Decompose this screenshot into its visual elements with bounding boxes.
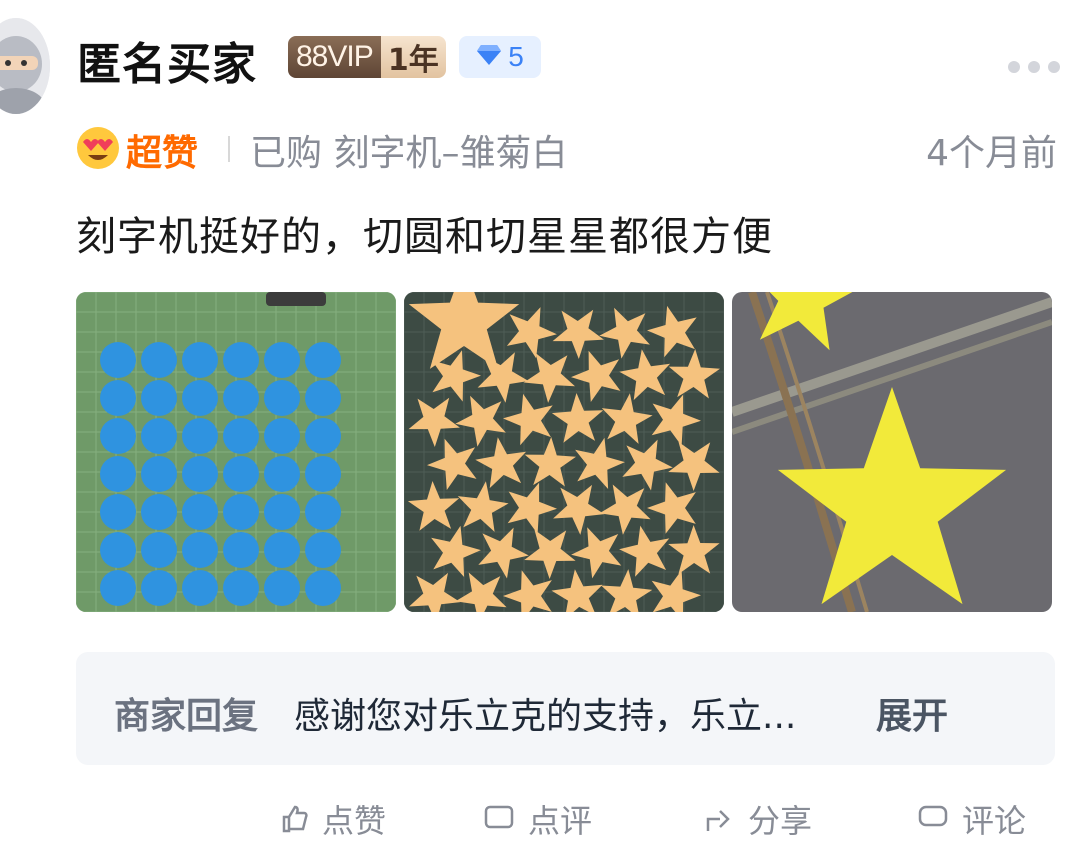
review-time: 4个月前 xyxy=(926,133,1057,174)
blue-circle xyxy=(141,342,177,378)
blue-circle xyxy=(223,456,259,492)
blue-circle xyxy=(100,570,136,606)
blue-circle xyxy=(141,380,177,416)
rating-label: 超赞 xyxy=(126,133,199,174)
blue-circle xyxy=(305,456,341,492)
comment-label: 点评 xyxy=(528,802,593,840)
blue-circle xyxy=(264,532,300,568)
merchant-reply[interactable]: 商家回复 感谢您对乐立克的支持，乐立... 展开 xyxy=(76,652,1055,765)
blue-circles-photo[interactable] xyxy=(76,292,396,612)
blue-circle xyxy=(264,570,300,606)
blue-circle xyxy=(182,570,218,606)
blue-circle xyxy=(223,380,259,416)
blue-circle xyxy=(264,380,300,416)
vip-years: 1年 xyxy=(380,36,446,78)
merchant-reply-text: 感谢您对乐立克的支持，乐立... xyxy=(294,696,797,737)
avatar[interactable] xyxy=(0,18,50,114)
thumbs-up-icon xyxy=(282,805,308,833)
blue-circle xyxy=(264,418,300,454)
reply-button[interactable]: 评论 xyxy=(918,796,1026,842)
like-button[interactable]: 点赞 xyxy=(280,796,386,842)
blue-circle xyxy=(141,494,177,530)
speech-bubble-icon xyxy=(918,805,948,827)
blue-circle xyxy=(100,532,136,568)
review-text: 刻字机挺好的，切圆和切星星都很方便 xyxy=(76,214,773,260)
blue-circle xyxy=(141,532,177,568)
comment-icon xyxy=(484,805,514,829)
action-bar: 点赞 点评 分享 评论 xyxy=(0,796,1085,840)
orange-stars-photo[interactable] xyxy=(404,292,724,612)
blue-circle xyxy=(182,532,218,568)
reply-label: 评论 xyxy=(962,802,1027,840)
blue-circle xyxy=(223,418,259,454)
username: 匿名买家 xyxy=(77,39,257,90)
like-label: 点赞 xyxy=(322,802,387,840)
diamond-icon xyxy=(476,41,502,73)
blue-circle xyxy=(100,418,136,454)
blue-circle xyxy=(223,532,259,568)
blue-circle xyxy=(100,380,136,416)
share-button[interactable]: 分享 xyxy=(704,796,812,842)
level-number: 5 xyxy=(508,41,524,72)
blue-circle xyxy=(182,494,218,530)
share-label: 分享 xyxy=(748,802,813,840)
purchased-item: 已购 刻字机–雏菊白 xyxy=(250,133,568,174)
blue-circle xyxy=(100,342,136,378)
blue-circle xyxy=(264,342,300,378)
blue-circle xyxy=(305,342,341,378)
share-icon xyxy=(706,810,730,831)
blue-circle xyxy=(141,418,177,454)
blue-circle xyxy=(305,532,341,568)
blue-circle xyxy=(264,494,300,530)
blue-circle xyxy=(182,342,218,378)
heart-eyes-emoji-icon xyxy=(76,126,120,170)
blue-circle xyxy=(223,494,259,530)
blue-circle xyxy=(223,570,259,606)
blue-circle xyxy=(100,494,136,530)
comment-button[interactable]: 点评 xyxy=(484,796,592,842)
blue-circle xyxy=(182,380,218,416)
blue-circle xyxy=(141,456,177,492)
yellow-star-photo[interactable] xyxy=(732,292,1052,612)
level-badge: 5 xyxy=(459,36,541,78)
blue-circle xyxy=(223,342,259,378)
blue-circle xyxy=(305,494,341,530)
more-icon[interactable] xyxy=(1008,60,1060,74)
blue-circle xyxy=(182,418,218,454)
blue-circle xyxy=(182,456,218,492)
merchant-reply-label: 商家回复 xyxy=(114,696,259,737)
blue-circle xyxy=(305,570,341,606)
blue-circle xyxy=(305,380,341,416)
blue-circle xyxy=(305,418,341,454)
vip-label: 88VIP xyxy=(288,36,381,78)
blue-circle xyxy=(141,570,177,606)
vip-badge: 88VIP 1年 xyxy=(288,36,446,78)
expand-button[interactable]: 展开 xyxy=(876,687,948,739)
blue-circle xyxy=(100,456,136,492)
blue-circle xyxy=(264,456,300,492)
divider xyxy=(228,136,230,162)
